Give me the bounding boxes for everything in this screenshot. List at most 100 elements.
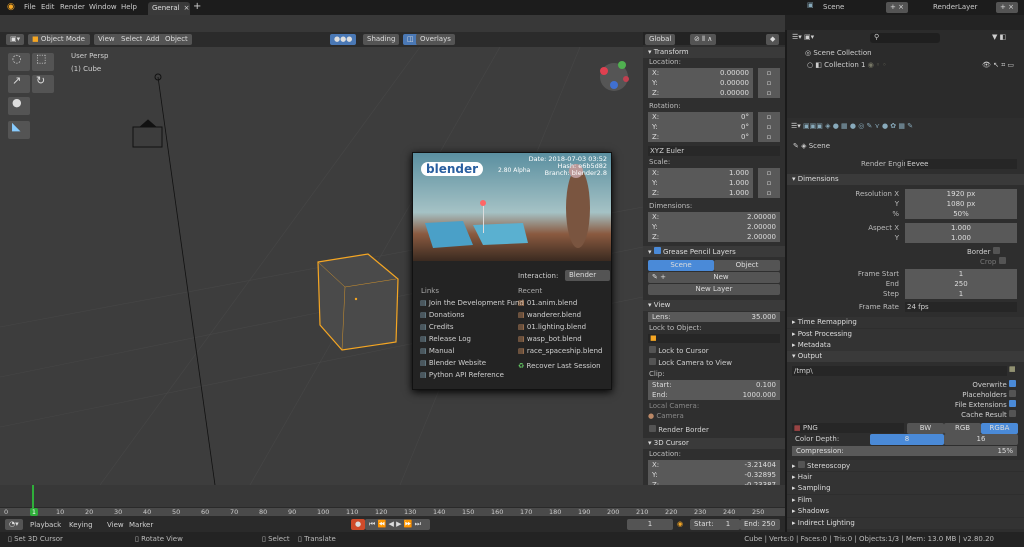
location-field-1[interactable]: Y: 0.00000: [648, 78, 753, 88]
section-collapsed[interactable]: ▸ Film: [787, 494, 1024, 506]
playback-controls[interactable]: ⏮ ⏪ ◀ ▶ ⏩ ⏭: [365, 519, 430, 530]
blender-logo-icon[interactable]: ◉: [7, 2, 15, 12]
gp-object-tab[interactable]: Object: [714, 260, 780, 271]
folder-icon[interactable]: ▦: [1009, 365, 1016, 373]
color-mode-rgb[interactable]: RGB: [944, 423, 981, 434]
scale-field-1[interactable]: Y: 1.000: [648, 178, 753, 188]
frame-field[interactable]: 250: [905, 279, 1017, 289]
lock-icon[interactable]: ▫: [758, 112, 780, 122]
scene-collection-item[interactable]: ◎ Scene Collection: [805, 49, 872, 57]
editor-type-button[interactable]: ◔▾: [5, 519, 23, 530]
collection-item[interactable]: ○ ◧ Collection 1 ◉ ◦ ◦: [807, 61, 887, 69]
lock-object-field[interactable]: ■: [648, 334, 780, 343]
section-collapsed[interactable]: ▸ Metadata: [787, 340, 1024, 351]
section-collapsed[interactable]: ▸ Sampling: [787, 483, 1024, 494]
dimension-field[interactable]: 1.000: [905, 233, 1017, 243]
file-format-dropdown[interactable]: ▦ PNG: [792, 423, 904, 433]
scale-tool-icon[interactable]: ●: [8, 97, 30, 115]
dimensions-field-2[interactable]: Z: 2.00000: [648, 232, 780, 242]
visibility-icons[interactable]: 👁 ↖ ⌗ ▭: [982, 61, 1014, 70]
lock-icon[interactable]: ▫: [758, 178, 780, 188]
link-item[interactable]: ▤ Blender Website: [420, 359, 486, 367]
menu-file[interactable]: File: [24, 3, 36, 11]
interaction-dropdown[interactable]: Blender: [565, 270, 610, 281]
scale-field-0[interactable]: X: 1.000: [648, 168, 753, 178]
add-scene-button[interactable]: + ×: [886, 2, 908, 13]
scale-field-2[interactable]: Z: 1.000: [648, 188, 753, 198]
color-depth-8[interactable]: 8: [870, 434, 944, 445]
dimension-field[interactable]: 1080 px: [905, 199, 1017, 209]
dimensions-field-0[interactable]: X: 2.00000: [648, 212, 780, 222]
render-border-checkbox[interactable]: Render Border: [649, 425, 709, 434]
lock-icon[interactable]: ▫: [758, 132, 780, 142]
location-field-2[interactable]: Z: 0.00000: [648, 88, 753, 98]
pivot-icon[interactable]: ⊘ ⫴ ∧: [690, 34, 717, 45]
measure-tool-icon[interactable]: ◣: [8, 121, 30, 139]
compression-slider[interactable]: Compression: 15%: [792, 446, 1017, 456]
menu-edit[interactable]: Edit: [41, 3, 55, 11]
section-collapsed[interactable]: ▸ Post Processing: [787, 328, 1024, 340]
overlays-dropdown[interactable]: Overlays: [416, 34, 455, 45]
orientation-dropdown[interactable]: Global: [645, 34, 676, 45]
link-item[interactable]: ▤ Credits: [420, 323, 454, 331]
output-section[interactable]: ▾ Output: [787, 351, 1024, 362]
tab-general[interactable]: General ×: [148, 2, 190, 15]
section-collapsed[interactable]: ▸ Stereoscopy: [787, 460, 1024, 471]
frame-rate-dropdown[interactable]: 24 fps: [905, 302, 1017, 312]
properties-tabs[interactable]: ☰▾ ▣▣▣ ◈ ● ▦ ● ◎ ✎ ⋎ ● ✿ ▦ ✎: [791, 122, 913, 130]
end-frame-field[interactable]: End: 250: [740, 519, 780, 530]
lock-icon[interactable]: ▫: [758, 68, 780, 78]
timeline[interactable]: 0 1 10 20 30 40 50 60 70 80 90 100 110 120 130 140 150 16…: [0, 485, 785, 532]
view-layer-selector[interactable]: RenderLayer: [933, 3, 977, 11]
rotate-tool-icon[interactable]: ↻: [32, 75, 54, 93]
preview-range-icon[interactable]: ◉: [677, 520, 683, 528]
gizmo-icon[interactable]: ◆: [766, 34, 780, 45]
recent-file-item[interactable]: ▤ 01.lighting.blend: [518, 323, 586, 331]
mode-selector[interactable]: ■ Object Mode: [28, 34, 90, 45]
render-engine-dropdown[interactable]: Eevee: [905, 159, 1017, 169]
gp-new-layer-button[interactable]: New Layer: [648, 284, 780, 295]
clip-end-field[interactable]: End: 1000.000: [648, 390, 780, 400]
output-path-input[interactable]: /tmp\: [792, 366, 1007, 376]
clip-start-field[interactable]: Start: 0.100: [648, 380, 780, 390]
section-collapsed[interactable]: ▸ Time Remapping: [787, 317, 1024, 328]
section-collapsed[interactable]: ▸ Shadows: [787, 506, 1024, 517]
menu-view[interactable]: View: [94, 34, 119, 45]
rotation-mode-dropdown[interactable]: XYZ Euler: [648, 146, 780, 156]
color-mode-rgba[interactable]: RGBA: [981, 423, 1018, 434]
link-item[interactable]: ▤ Join the Development Fund: [420, 299, 524, 307]
start-frame-field[interactable]: Start: 1: [690, 519, 740, 530]
close-icon[interactable]: ×: [184, 4, 190, 12]
section-collapsed[interactable]: ▸ Hair: [787, 471, 1024, 483]
recent-file-item[interactable]: ▤ 01.anim.blend: [518, 299, 577, 307]
scene-selector[interactable]: Scene: [823, 3, 844, 11]
location-field-0[interactable]: X: 0.00000: [648, 68, 753, 78]
recent-file-item[interactable]: ▤ wasp_bot.blend: [518, 335, 582, 343]
recover-last-session[interactable]: ♻ Recover Last Session: [518, 362, 601, 370]
rotation-field-0[interactable]: X: 0°: [648, 112, 753, 122]
lock-icon[interactable]: ▫: [758, 188, 780, 198]
filter-icon[interactable]: ▼ ◧: [992, 33, 1006, 41]
add-view-layer-button[interactable]: + ×: [996, 2, 1018, 13]
link-item[interactable]: ▤ Donations: [420, 311, 464, 319]
gp-new-button[interactable]: ✎ + New: [648, 272, 780, 283]
link-item[interactable]: ▤ Manual: [420, 347, 454, 355]
menu-render[interactable]: Render: [60, 3, 85, 11]
menu-keying[interactable]: Keying: [69, 521, 93, 529]
timeline-ruler[interactable]: 0 1 10 20 30 40 50 60 70 80 90 100 110 120 130 140 150 16…: [0, 508, 785, 516]
section-collapsed[interactable]: ▸ Indirect Lighting: [787, 517, 1024, 529]
current-frame-field[interactable]: 1: [627, 519, 673, 530]
editor-type-button[interactable]: ▣▾: [6, 34, 25, 45]
menu-marker[interactable]: Marker: [129, 521, 153, 529]
local-camera-field[interactable]: ● Camera: [648, 412, 780, 421]
cursor-location-field-0[interactable]: X: -3.21404: [648, 460, 780, 470]
dimensions-field-1[interactable]: Y: 2.00000: [648, 222, 780, 232]
recent-file-item[interactable]: ▤ wanderer.blend: [518, 311, 581, 319]
outliner-display-icon[interactable]: ☰▾ ▣▾: [792, 33, 814, 41]
output-checkbox[interactable]: Cache Result: [961, 410, 1016, 419]
crop-checkbox[interactable]: Crop: [980, 257, 1006, 266]
lock-icon[interactable]: ▫: [758, 122, 780, 132]
border-checkbox[interactable]: Border: [967, 247, 1000, 256]
lock-icon[interactable]: ▫: [758, 88, 780, 98]
link-item[interactable]: ▤ Python API Reference: [420, 371, 504, 379]
